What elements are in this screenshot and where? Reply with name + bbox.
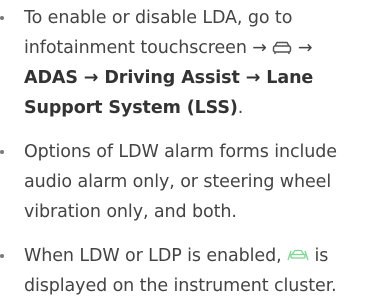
menu-path-text: ADAS → Driving Assist → Lane (24, 68, 314, 88)
instruction-text: is (314, 246, 329, 266)
car-icon (273, 41, 292, 54)
text-line: Options of LDW alarm forms include (24, 142, 337, 162)
text-line-bold: ADAS → Driving Assist → Lane (24, 63, 391, 93)
bullet-point (0, 150, 4, 154)
punctuation: . (237, 98, 244, 118)
instruction-text: infotainment touchscreen → (24, 38, 267, 58)
menu-path-text: Support System (LSS) (24, 98, 238, 118)
instruction-text: When LDW or LDP is enabled, (24, 246, 282, 266)
lane-departure-icon (287, 249, 309, 261)
bullet-point (0, 254, 4, 258)
text-line: audio alarm only, or steering wheel (24, 172, 332, 192)
bullet-item-ldw-ldp-enabled: When LDW or LDP is enabled, is displayed… (0, 241, 391, 301)
text-line: To enable or disable LDA, go to (24, 3, 391, 33)
instruction-text: → (297, 38, 313, 58)
text-line: infotainment touchscreen → → (24, 33, 391, 63)
bullet-item-enable-lda: To enable or disable LDA, go to infotain… (0, 3, 391, 123)
text-line: displayed on the instrument cluster. (24, 276, 337, 296)
bullet-point (0, 16, 4, 20)
text-line: Support System (LSS). (24, 93, 391, 123)
text-line: When LDW or LDP is enabled, is (24, 241, 391, 271)
instruction-bullet-list: To enable or disable LDA, go to infotain… (0, 0, 391, 301)
instruction-text: To enable or disable LDA, go to (24, 8, 293, 28)
text-line: vibration only, and both. (24, 202, 237, 222)
bullet-item-ldw-alarm-options: Options of LDW alarm forms include audio… (0, 137, 391, 227)
